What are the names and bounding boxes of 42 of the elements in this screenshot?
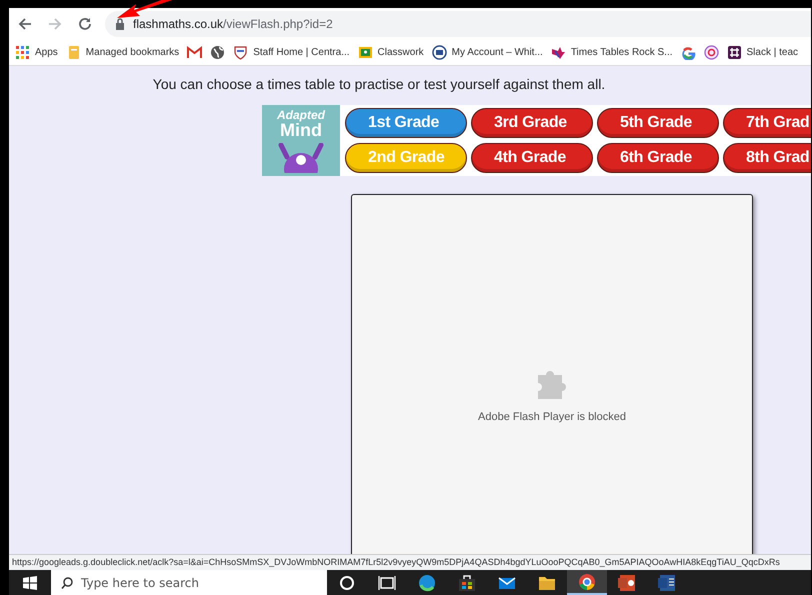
back-arrow-icon — [17, 16, 33, 32]
grade-button[interactable]: 3rd Grade — [471, 108, 593, 138]
grade-button[interactable]: 8th Grad — [723, 143, 811, 173]
lock-icon — [115, 18, 125, 30]
shield-icon — [233, 45, 248, 60]
bookmark[interactable]: Slack | teac — [726, 45, 798, 60]
gmail-icon — [187, 45, 202, 60]
url-host: flashmaths.co.uk — [133, 17, 224, 31]
google-icon — [680, 45, 696, 60]
forward-arrow-icon — [47, 16, 63, 32]
bookmark[interactable]: Managed bookmarks — [66, 45, 180, 60]
grade-button[interactable]: 6th Grade — [597, 143, 719, 173]
search-placeholder: Type here to search — [81, 576, 199, 590]
taskbar-search-field[interactable]: Type here to search — [51, 570, 327, 595]
windows-logo-icon — [23, 576, 37, 590]
ring-icon — [704, 45, 719, 60]
bookmark[interactable] — [680, 45, 696, 60]
globe-icon — [210, 45, 226, 60]
reload-icon — [77, 16, 93, 32]
bookmark[interactable]: Classwork — [358, 45, 424, 60]
bookmark[interactable]: Times Tables Rock S... — [550, 45, 673, 60]
grade-button[interactable]: 5th Grade — [597, 108, 719, 138]
taskbar-app-button[interactable] — [567, 570, 607, 595]
plugin-blocked-message: Adobe Flash Player is blocked — [478, 411, 626, 423]
grade-button[interactable]: 7th Grad — [723, 108, 811, 138]
bookmark[interactable]: Apps — [15, 45, 58, 60]
apps-icon — [15, 45, 30, 60]
search-icon — [61, 576, 73, 588]
ad-logo: Adapted Mind — [262, 105, 340, 176]
bookmark[interactable] — [187, 45, 202, 60]
bookmark[interactable] — [210, 45, 226, 60]
url-path: /viewFlash.php?id=2 — [223, 17, 333, 31]
slack-icon — [726, 45, 742, 60]
bookmark[interactable]: My Account – Whit... — [432, 45, 543, 60]
bookmark[interactable]: Staff Home | Centra... — [233, 45, 350, 60]
intro-text: You can choose a times table to practise or test yourself against them all. — [152, 76, 606, 92]
store-icon — [457, 572, 477, 592]
status-url: https://googleads.g.doubleclick.net/aclk?sa=l&ai=ChHsoSMmSX_DVJoWmbNORIMAM7fLr5l2v9vyeyQW9m5DPjA4QASDh4bgdYLuOooPQCqAB0_Gm5APIAQOoAwHIA8kEqgTiAU_QqcDxRs — [12, 557, 780, 567]
grade-button[interactable]: 4th Grade — [471, 143, 593, 173]
address-bar[interactable]: flashmaths.co.uk/viewFlash.php?id=2 — [105, 11, 811, 37]
bookmark[interactable] — [704, 45, 719, 60]
seal-icon — [432, 45, 447, 60]
